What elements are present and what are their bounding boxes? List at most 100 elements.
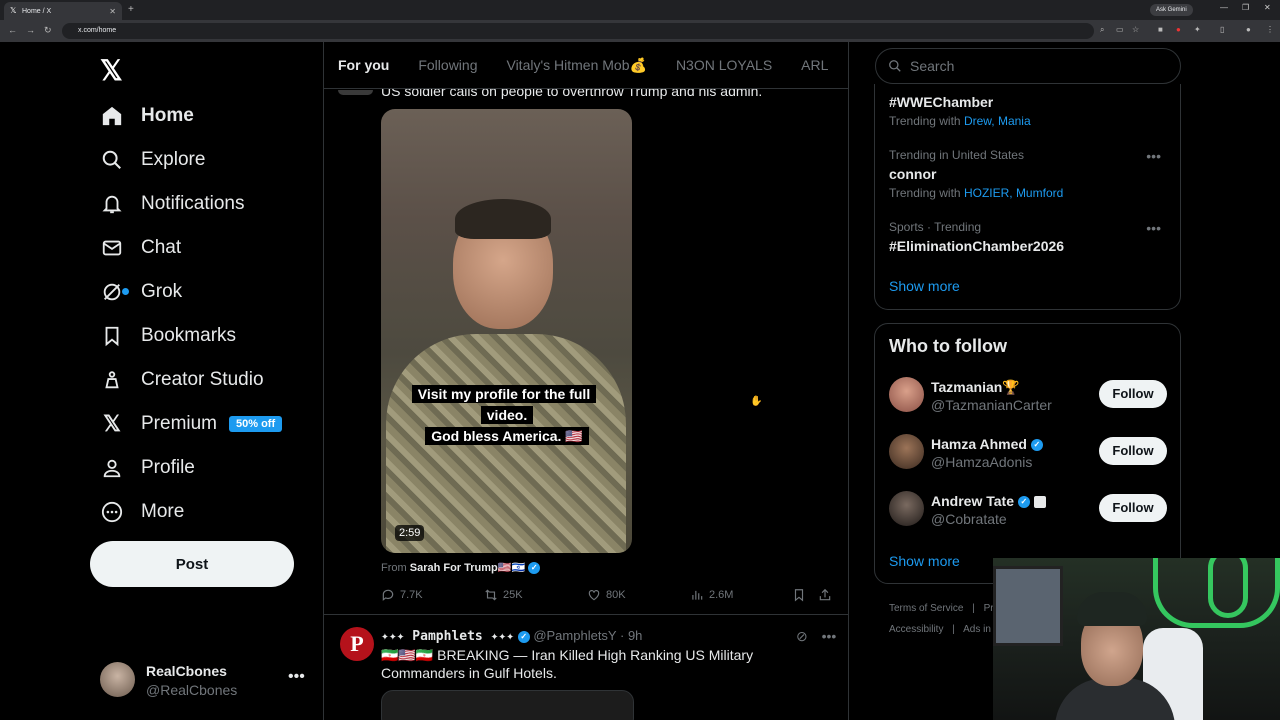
tweet[interactable]: P ✦✦✦ Pamphlets ✦✦✦ ✓ @PamphletsY · 9h ⊘… [324,615,848,720]
grok-icon[interactable]: ⊘ [796,628,808,644]
follow-button[interactable]: Follow [1099,494,1167,522]
tab-arl[interactable]: ARL [801,57,828,73]
tweet-author-name[interactable]: ✦✦✦ Pamphlets ✦✦✦ [381,629,514,644]
nav-bookmarks[interactable]: Bookmarks [100,316,236,356]
suggestion-handle: @HamzaAdonis [931,454,1033,470]
suggestion-name[interactable]: Tazmanian🏆 [931,379,1020,396]
suggestion-name-text: Hamza Ahmed [931,436,1027,452]
repost-button[interactable]: 25K [484,588,523,602]
nav-notifications[interactable]: Notifications [100,184,245,224]
tweet-header: ✦✦✦ Pamphlets ✦✦✦ ✓ @PamphletsY · 9h [381,628,642,644]
bookmark-icon [792,588,806,602]
from-name-link[interactable]: Sarah For Trump🇺🇸🇮🇱 [410,562,525,574]
follow-button[interactable]: Follow [1099,437,1167,465]
reply-icon [381,588,395,602]
tab-following[interactable]: Following [418,57,477,73]
nav-creator-studio[interactable]: Creator Studio [100,360,264,400]
sidepanel-icon[interactable]: ▯ [1220,26,1228,34]
account-switcher[interactable]: RealCbones @RealCbones ••• [100,660,310,700]
nav-more[interactable]: More [100,492,184,532]
minimize-icon[interactable]: — [1220,3,1228,12]
follow-suggestion[interactable]: Andrew Tate ✓ @Cobratate Follow [889,491,1174,531]
who-to-follow-panel: Who to follow Tazmanian🏆 @TazmanianCarte… [874,323,1181,584]
follow-suggestion[interactable]: Tazmanian🏆 @TazmanianCarter Follow [889,377,1174,417]
star-icon[interactable]: ☆ [1132,26,1140,34]
trend-item[interactable]: Sports · Trending #EliminationChamber202… [889,220,1169,254]
video-caption-line-1: Visit my profile for the full video. [411,385,597,424]
reply-button[interactable]: 7.7K [381,588,423,602]
reload-icon[interactable]: ↻ [44,25,52,36]
views-button[interactable]: 2.6M [690,588,733,602]
nav-premium[interactable]: 𝕏 Premium 50% off [100,404,283,444]
footer-accessibility-link[interactable]: Accessibility [889,624,943,635]
forward-icon[interactable]: → [26,25,35,35]
ask-gemini-button[interactable]: Ask Gemini [1150,4,1193,16]
nav-profile[interactable]: Profile [100,448,195,488]
tab-for-you[interactable]: For you [338,57,389,73]
tweet-media[interactable] [381,690,634,720]
browser-tab[interactable]: 𝕏 Home / X ✕ [4,2,122,20]
avatar [338,90,373,95]
trends-show-more-link[interactable]: Show more [889,278,960,294]
like-button[interactable]: 80K [587,588,626,602]
post-button[interactable]: Post [90,541,294,587]
trend-item[interactable]: #WWEChamber Trending with Drew, Mania [889,94,1169,128]
avatar[interactable] [889,434,924,469]
share-button[interactable] [818,588,837,602]
avatar[interactable]: P [340,627,374,661]
nav-chat[interactable]: Chat [100,228,181,268]
extension-icon[interactable]: ■ [1158,26,1166,34]
trend-context: Trending in United States [889,148,1024,162]
follow-button[interactable]: Follow [1099,380,1167,408]
zoom-icon[interactable]: ⌕ [1100,26,1108,34]
close-window-icon[interactable]: ✕ [1264,3,1271,12]
cast-icon[interactable]: ▭ [1116,26,1124,34]
tweet-video[interactable]: Visit my profile for the full video. God… [381,109,632,553]
tab-vitalys-hitmen-mob[interactable]: Vitaly's Hitmen Mob💰 [506,57,646,74]
verified-icon: ✓ [1030,439,1043,452]
tweet-author-handle[interactable]: @PamphletsY [533,628,616,643]
tweet-time[interactable]: · 9h [620,628,642,643]
new-tab-icon[interactable]: + [128,4,134,15]
suggestion-name[interactable]: Hamza Ahmed ✓ [931,436,1043,452]
puzzle-icon[interactable]: ✦ [1194,26,1202,34]
footer-terms-link[interactable]: Terms of Service [889,603,963,614]
trend-item[interactable]: Trending in United States connor Trendin… [889,148,1169,200]
nav-grok[interactable]: Grok [100,272,182,312]
more-dots-icon[interactable]: ••• [1146,148,1161,164]
more-dots-icon[interactable]: ••• [1146,220,1161,236]
profile-icon[interactable]: ● [1246,26,1254,34]
tab-n3on-loyals[interactable]: N3ON LOYALS [676,57,772,73]
trend-related-links[interactable]: Drew, Mania [964,114,1031,128]
more-dots-icon[interactable]: ••• [288,668,305,686]
follow-suggestion[interactable]: Hamza Ahmed ✓ @HamzaAdonis Follow [889,434,1174,474]
avatar[interactable] [889,491,924,526]
search-input[interactable]: Search [875,48,1181,84]
suggestion-name[interactable]: Andrew Tate ✓ [931,493,1046,509]
trend-related-links[interactable]: HOZIER, Mumford [964,186,1063,200]
more-dots-icon[interactable]: ••• [822,628,837,644]
timeline[interactable]: US soldier calls on people to overthrow … [323,42,849,720]
extension-red-icon[interactable]: ● [1176,26,1184,34]
trend-title: connor [889,166,937,182]
url-field[interactable]: x.com/home [62,23,1094,39]
restore-icon[interactable]: ❐ [1242,3,1249,12]
bookmark-button[interactable] [792,588,811,602]
back-icon[interactable]: ← [8,25,17,35]
trend-context: Sports · Trending [889,220,982,234]
affiliate-badge-icon [1033,496,1046,509]
nav-explore[interactable]: Explore [100,140,205,180]
avatar[interactable] [889,377,924,412]
x-logo-icon[interactable]: 𝕏 [100,54,123,87]
trend-related: Trending with HOZIER, Mumford [889,186,1169,200]
views-chart-icon [690,588,704,602]
account-handle: @RealCbones [146,682,238,698]
nav-home[interactable]: Home [100,96,194,136]
trend-related-prefix: Trending with [889,114,961,128]
who-to-follow-show-more-link[interactable]: Show more [889,553,960,569]
close-tab-icon[interactable]: ✕ [109,7,116,16]
footer-ads-link[interactable]: Ads in [963,624,991,635]
mail-icon [100,236,124,260]
menu-dots-icon[interactable]: ⋮ [1266,26,1274,34]
nav-more-label: More [141,501,185,522]
